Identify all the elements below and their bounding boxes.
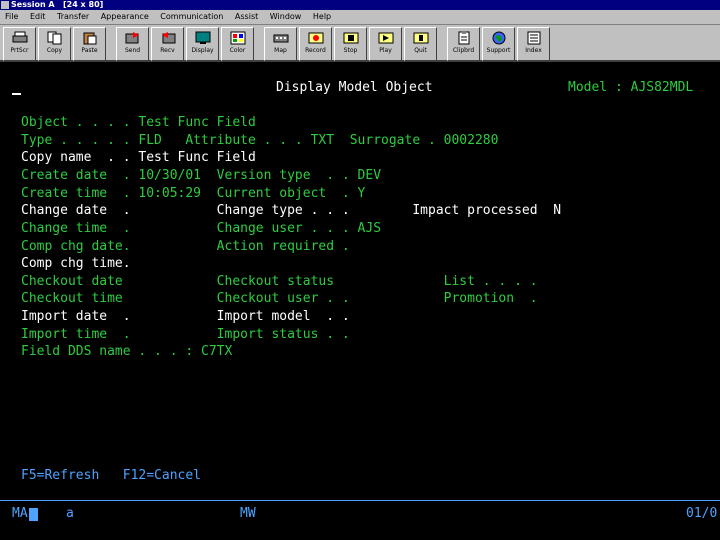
support-button[interactable]: Support [482,27,515,61]
send-button[interactable]: Send [116,27,149,61]
play-button[interactable]: Play [369,27,402,61]
color-button[interactable]: Color [221,27,254,61]
line-change-date: Change date . Change type . . . Impact p… [21,203,562,218]
input-inhibited-block [28,508,38,521]
screen-title: Display Model Object [276,80,433,95]
status-session: a [66,506,74,521]
stop-label: Stop [343,47,358,54]
stop-macro-icon [343,30,359,45]
menu-communication[interactable]: Communication [160,12,223,21]
receive-icon [160,30,176,45]
session-icon [1,1,9,9]
clipboard-icon [456,30,472,45]
recv-label: Recv [160,47,175,54]
status-line: MA a MW 01/0 [0,500,720,524]
copy-label: Copy [46,47,63,54]
paste-icon [82,30,98,45]
paste-button[interactable]: Paste [73,27,106,61]
menu-file[interactable]: File [5,12,18,21]
color-palette-icon [230,30,246,45]
text-cursor [12,93,21,95]
paste-label: Paste [81,47,98,54]
display-button[interactable]: Display [186,27,219,61]
globe-icon [491,30,507,45]
line-checkout-date: Checkout date Checkout status List . . .… [21,274,538,289]
record-label: Record [305,47,326,54]
prtscr-button[interactable]: PrtScr [3,27,36,61]
clipbrd-label: Clipbrd [452,47,475,54]
play-label: Play [379,47,392,54]
play-macro-icon [378,30,394,45]
line-comp-chg-time: Comp chg time. [21,256,131,271]
display-label: Display [191,47,214,54]
quit-button[interactable]: Quit [404,27,437,61]
menu-transfer[interactable]: Transfer [57,12,89,21]
line-copy-name: Copy name . . Test Func Field [21,150,256,165]
line-type: Type . . . . . FLD Attribute . . . TXT S… [21,133,499,148]
color-label: Color [229,47,246,54]
line-field-dds-name: Field DDS name . . . : C7TX [21,344,233,359]
status-divider [0,500,720,501]
status-mw: MW [240,506,256,521]
send-icon [125,30,141,45]
menu-appearance[interactable]: Appearance [101,12,149,21]
menu-window[interactable]: Window [270,12,302,21]
line-import-date: Import date . Import model . . [21,309,350,324]
toolbar: PrtScr Copy Paste Send Recv Display Colo… [0,25,720,62]
function-keys[interactable]: F5=Refresh F12=Cancel [21,468,201,484]
stop-button[interactable]: Stop [334,27,367,61]
prtscr-label: PrtScr [10,47,29,54]
menu-assist[interactable]: Assist [235,12,258,21]
recv-button[interactable]: Recv [151,27,184,61]
menu-help[interactable]: Help [313,12,331,21]
index-book-icon [526,30,542,45]
status-ma: MA [12,506,38,521]
line-checkout-time: Checkout time Checkout user . . Promotio… [21,291,538,306]
line-create-date: Create date . 10/30/01 Version type . . … [21,168,382,183]
copy-button[interactable]: Copy [38,27,71,61]
line-change-time: Change time . Change user . . . AJS [21,221,382,236]
terminal-screen[interactable]: Display Model Object Model : AJS82MDL Ob… [0,62,720,540]
map-button[interactable]: Map [264,27,297,61]
quit-icon [413,30,429,45]
quit-label: Quit [414,47,427,54]
index-button[interactable]: Index [517,27,550,61]
copy-icon [47,30,63,45]
send-label: Send [124,47,141,54]
window-size: [24 x 80] [62,0,104,9]
menu-bar: File Edit Transfer Appearance Communicat… [0,10,720,25]
record-button[interactable]: Record [299,27,332,61]
clipbrd-button[interactable]: Clipbrd [447,27,480,61]
support-label: Support [486,47,511,54]
title-bar: Session A [24 x 80] [0,0,720,10]
line-create-time: Create time . 10:05:29 Current object . … [21,186,366,201]
line-import-time: Import time . Import status . . [21,327,350,342]
keyboard-map-icon [273,30,289,45]
index-label: Index [525,47,542,54]
menu-edit[interactable]: Edit [30,12,46,21]
model-name: Model : AJS82MDL [568,80,694,95]
line-object: Object . . . . Test Func Field [21,115,256,130]
display-icon [195,30,211,45]
line-comp-chg-date: Comp chg date. Action required . [21,239,350,254]
record-macro-icon [308,30,324,45]
status-cursor-pos: 01/0 [686,506,718,521]
window-title: Session A [11,0,55,9]
printer-icon [12,30,28,45]
map-label: Map [274,47,287,54]
